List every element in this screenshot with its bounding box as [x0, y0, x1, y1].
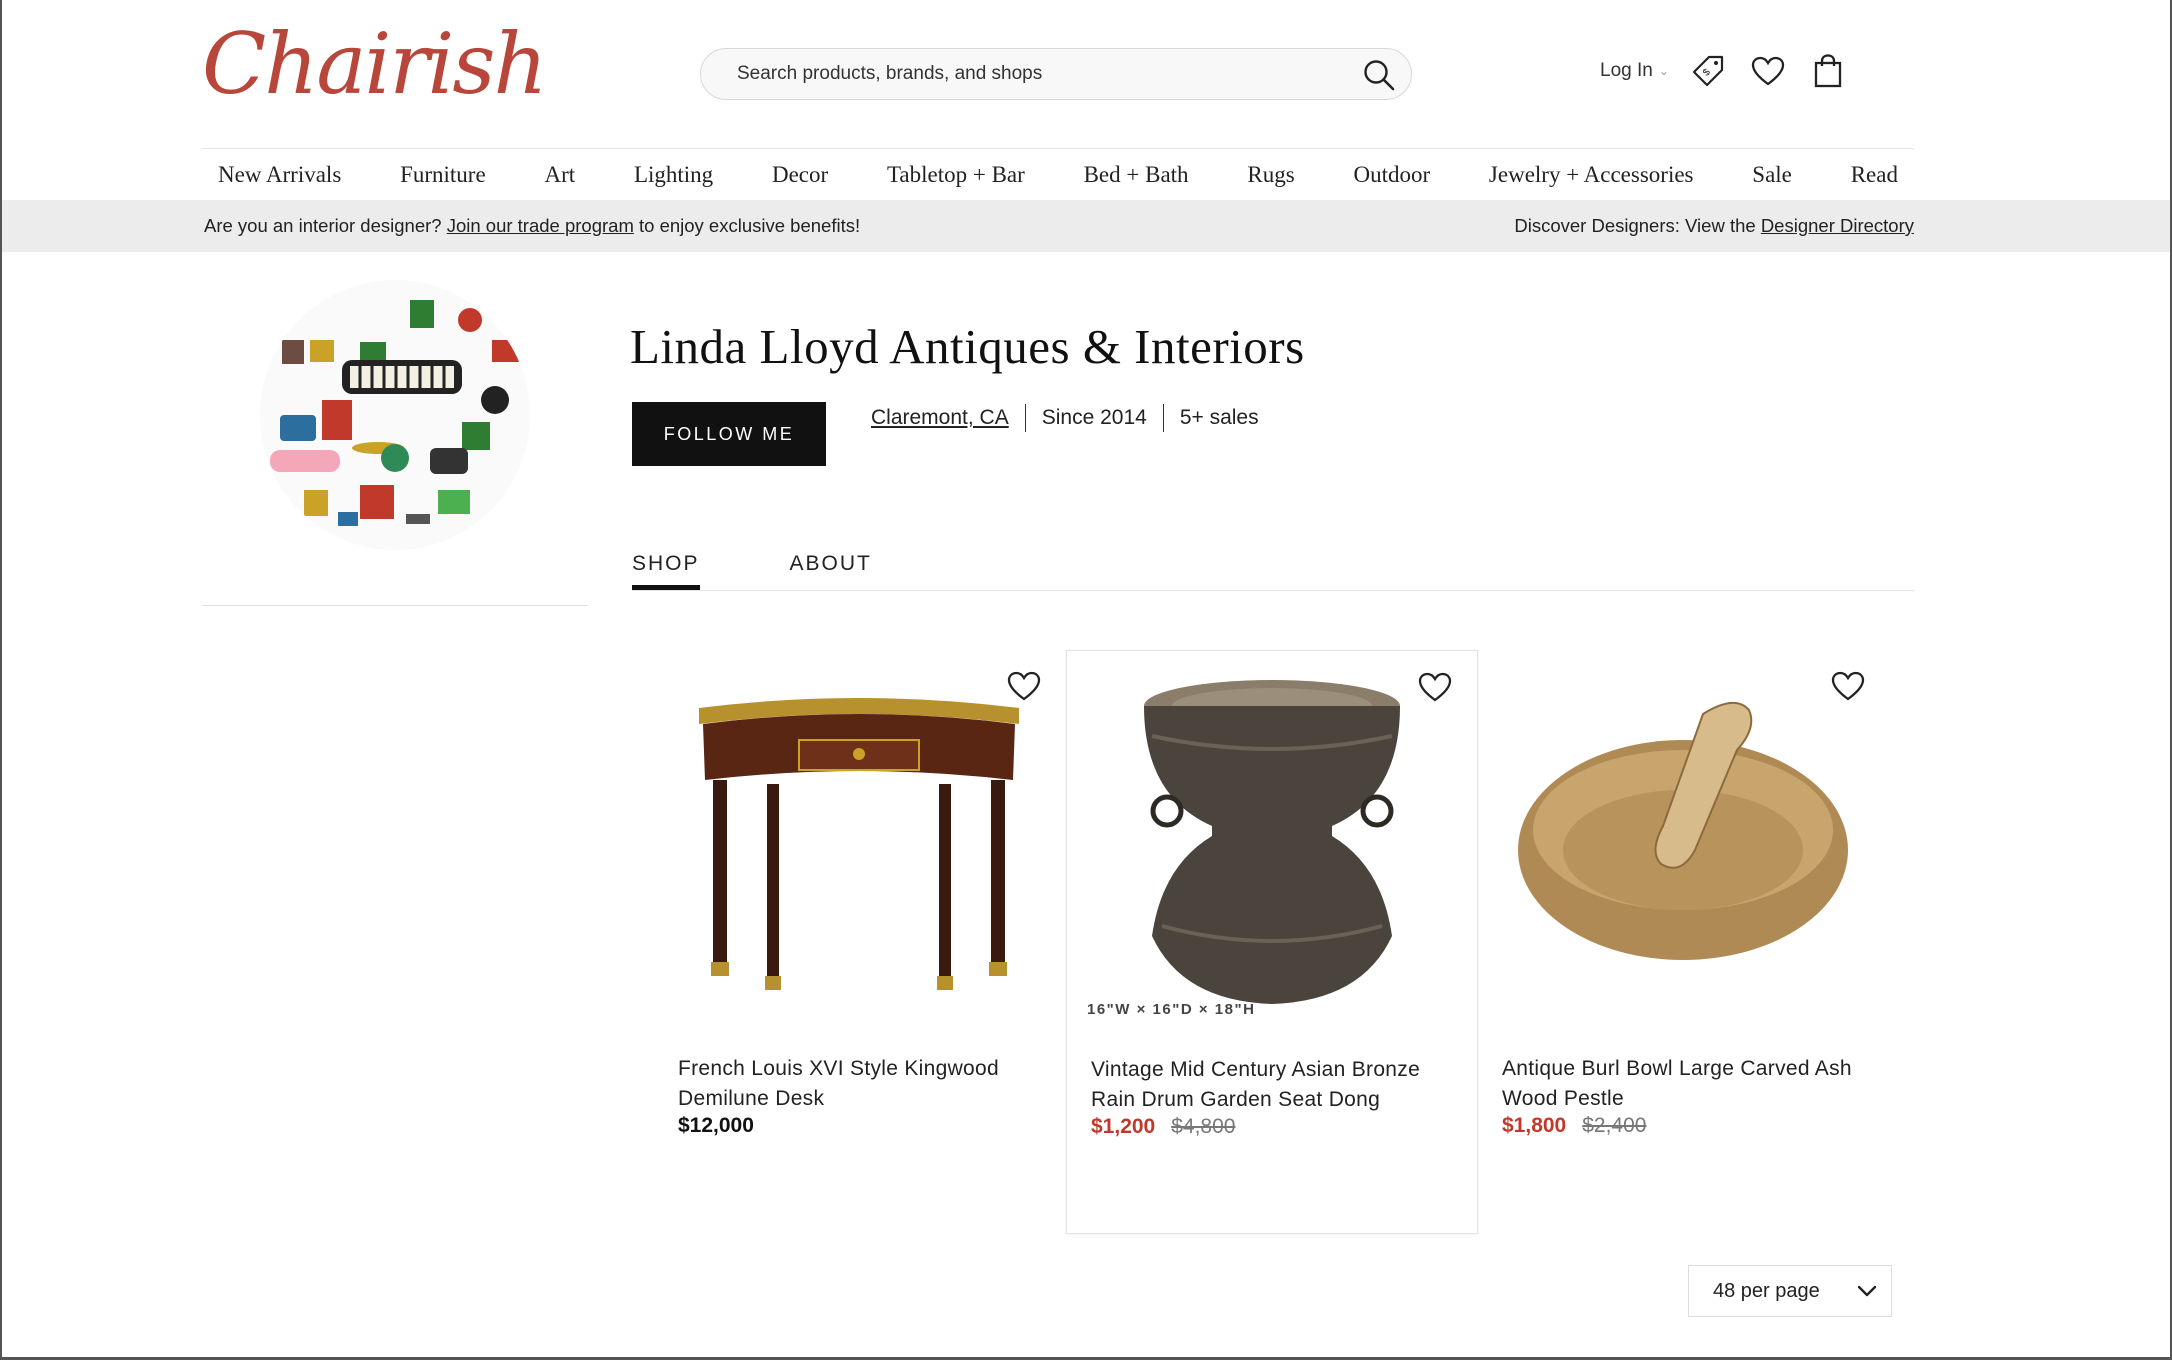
- chevron-down-icon: ⌄: [1658, 64, 1669, 78]
- product-title[interactable]: French Louis XVI Style Kingwood Demilune…: [678, 1054, 1048, 1114]
- search-input[interactable]: [737, 49, 1317, 99]
- product-title[interactable]: Antique Burl Bowl Large Carved Ash Wood …: [1502, 1054, 1872, 1114]
- chevron-down-icon: [1857, 1280, 1877, 1303]
- product-image[interactable]: [684, 670, 1034, 1010]
- product-card[interactable]: 16"W × 16"D × 18"H Vintage Mid Century A…: [1066, 650, 1478, 1234]
- shop-location-link[interactable]: Claremont, CA: [871, 406, 1009, 430]
- product-card[interactable]: French Louis XVI Style Kingwood Demilune…: [654, 650, 1066, 1234]
- nav-sale[interactable]: Sale: [1752, 162, 1792, 188]
- per-page-value: 48 per page: [1713, 1279, 1820, 1302]
- trade-text-suffix: to enjoy exclusive benefits!: [633, 215, 861, 236]
- search-bar[interactable]: [700, 48, 1412, 100]
- tab-about[interactable]: ABOUT: [790, 552, 872, 588]
- current-price: $12,000: [678, 1114, 754, 1137]
- nav-lighting[interactable]: Lighting: [634, 162, 713, 188]
- shop-since: Since 2014: [1041, 406, 1147, 429]
- product-image[interactable]: [1508, 670, 1858, 1010]
- shop-meta: Claremont, CA Since 2014 5+ sales: [871, 404, 1259, 432]
- meta-divider: [1162, 404, 1164, 432]
- product-title[interactable]: Vintage Mid Century Asian Bronze Rain Dr…: [1091, 1055, 1461, 1115]
- price-tag-icon[interactable]: $: [1688, 50, 1728, 92]
- heart-icon[interactable]: [1748, 50, 1788, 92]
- trade-text-prefix: Are you an interior designer?: [204, 215, 447, 236]
- product-price: $1,200 $4,800: [1091, 1115, 1235, 1139]
- tab-shop[interactable]: SHOP: [632, 552, 700, 590]
- favorite-heart-icon[interactable]: [1828, 666, 1868, 706]
- trade-program-link[interactable]: Join our trade program: [447, 215, 634, 236]
- meta-divider: [1024, 404, 1026, 432]
- nav-furniture[interactable]: Furniture: [400, 162, 486, 188]
- product-card[interactable]: Antique Burl Bowl Large Carved Ash Wood …: [1478, 650, 1890, 1234]
- nav-decor[interactable]: Decor: [772, 162, 828, 188]
- nav-new-arrivals[interactable]: New Arrivals: [218, 162, 341, 188]
- per-page-select[interactable]: 48 per page: [1688, 1265, 1892, 1317]
- original-price: $2,400: [1582, 1114, 1647, 1137]
- nav-art[interactable]: Art: [544, 162, 575, 188]
- product-dimensions: 16"W × 16"D × 18"H: [1087, 1001, 1256, 1018]
- product-price: $12,000: [678, 1114, 754, 1138]
- designer-directory-message: Discover Designers: View the Designer Di…: [1514, 215, 1914, 237]
- chairish-logo[interactable]: Chairish: [202, 22, 548, 106]
- nav-jewelry-accessories[interactable]: Jewelry + Accessories: [1489, 162, 1694, 188]
- shop-avatar: [260, 280, 530, 550]
- favorite-heart-icon[interactable]: [1415, 667, 1455, 707]
- follow-button[interactable]: FOLLOW ME: [632, 402, 826, 466]
- nav-rugs[interactable]: Rugs: [1247, 162, 1294, 188]
- product-price: $1,800 $2,400: [1502, 1114, 1646, 1138]
- original-price: $4,800: [1171, 1115, 1236, 1138]
- sale-price: $1,200: [1091, 1115, 1156, 1138]
- tabs-divider: [632, 590, 1914, 591]
- favorite-heart-icon[interactable]: [1004, 666, 1044, 706]
- designer-directory-link[interactable]: Designer Directory: [1761, 215, 1914, 236]
- nav-outdoor[interactable]: Outdoor: [1353, 162, 1430, 188]
- product-image[interactable]: [1097, 671, 1447, 1011]
- sidebar-divider: [202, 605, 588, 606]
- login-menu[interactable]: Log In ⌄: [1600, 50, 1669, 92]
- directory-text-prefix: Discover Designers: View the: [1514, 215, 1761, 236]
- login-label: Log In: [1600, 60, 1653, 81]
- trade-program-message: Are you an interior designer? Join our t…: [204, 215, 860, 237]
- nav-tabletop-bar[interactable]: Tabletop + Bar: [887, 162, 1025, 188]
- svg-text:$: $: [1701, 67, 1713, 79]
- shop-tabs: SHOP ABOUT: [632, 552, 872, 590]
- shopping-bag-icon[interactable]: [1808, 50, 1848, 92]
- trade-banner: Are you an interior designer? Join our t…: [2, 200, 2170, 252]
- search-icon[interactable]: [1359, 55, 1399, 95]
- nav-bed-bath[interactable]: Bed + Bath: [1084, 162, 1189, 188]
- sale-price: $1,800: [1502, 1114, 1567, 1137]
- shop-name: Linda Lloyd Antiques & Interiors: [630, 319, 1305, 374]
- shop-sales-count: 5+ sales: [1179, 406, 1259, 429]
- main-nav: New Arrivals Furniture Art Lighting Deco…: [202, 148, 1914, 200]
- nav-read[interactable]: Read: [1851, 162, 1898, 188]
